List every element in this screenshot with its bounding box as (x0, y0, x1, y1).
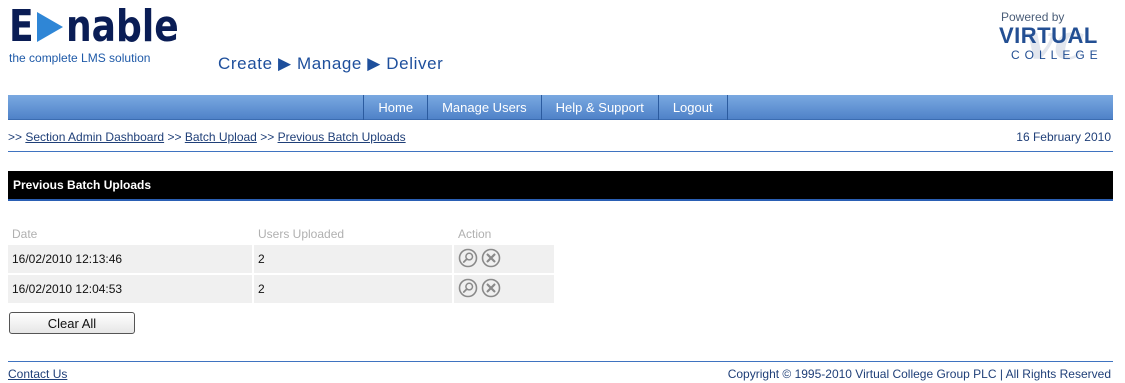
copyright-notice: Copyright © 1995-2010 Virtual College Gr… (727, 367, 1111, 381)
powered-by-logo: vc Powered by VIRTUAL COLLEGE (995, 10, 1103, 72)
powered-brand-name: VIRTUAL (999, 23, 1098, 48)
breadcrumb: >> Section Admin Dashboard >> Batch Uplo… (8, 130, 1113, 152)
powered-by-label: Powered by (1001, 10, 1065, 24)
slogan: Create ▶ Manage ▶ Deliver (218, 54, 444, 73)
delete-icon[interactable] (481, 248, 501, 271)
breadcrumb-batch-upload[interactable]: Batch Upload (185, 130, 257, 144)
table-row: 16/02/2010 12:13:46 2 (8, 245, 556, 273)
logo-tagline: the complete LMS solution (9, 51, 151, 65)
current-date: 16 February 2010 (1016, 130, 1111, 144)
breadcrumb-separator: >> (260, 130, 275, 144)
nav-help-support[interactable]: Help & Support (540, 95, 658, 120)
column-header-action: Action (458, 227, 492, 241)
logo-wordmark: E nable (9, 1, 203, 52)
main-nav: Home Manage Users Help & Support Logout (8, 95, 1113, 120)
breadcrumb-previous-batch-uploads[interactable]: Previous Batch Uploads (278, 130, 406, 144)
nav-home[interactable]: Home (363, 95, 427, 120)
table-row: 16/02/2010 12:04:53 2 (8, 275, 556, 303)
logo-word-nable: nable (66, 1, 179, 52)
table-header-row: Date Users Uploaded Action (8, 225, 556, 243)
delete-icon[interactable] (481, 278, 501, 301)
contact-us-link[interactable]: Contact Us (8, 367, 67, 381)
column-header-users-uploaded: Users Uploaded (258, 227, 345, 241)
row-actions (454, 275, 556, 303)
batch-uploads-table: Date Users Uploaded Action 16/02/2010 12… (8, 223, 556, 305)
logo-letter-e: E (9, 1, 34, 52)
row-date: 16/02/2010 12:04:53 (8, 275, 254, 303)
row-users-uploaded: 2 (254, 245, 454, 273)
footer: Contact Us Copyright © 1995-2010 Virtual… (8, 361, 1113, 383)
clear-all-button[interactable]: Clear All (9, 312, 135, 334)
breadcrumb-separator: >> (167, 130, 182, 144)
breadcrumb-section-admin-dashboard[interactable]: Section Admin Dashboard (25, 130, 164, 144)
breadcrumb-separator: >> (8, 130, 23, 144)
logo-arrow-icon (37, 12, 63, 42)
page-title: Previous Batch Uploads (8, 171, 1113, 201)
powered-brand-sub: COLLEGE (1011, 48, 1103, 62)
column-header-date: Date (12, 227, 38, 241)
nav-logout[interactable]: Logout (657, 95, 728, 120)
row-actions (454, 245, 556, 273)
row-users-uploaded: 2 (254, 275, 454, 303)
view-icon[interactable] (458, 278, 478, 301)
view-icon[interactable] (458, 248, 478, 271)
nav-manage-users[interactable]: Manage Users (427, 95, 541, 120)
row-date: 16/02/2010 12:13:46 (8, 245, 254, 273)
enable-logo: E nable the complete LMS solution (9, 1, 203, 66)
